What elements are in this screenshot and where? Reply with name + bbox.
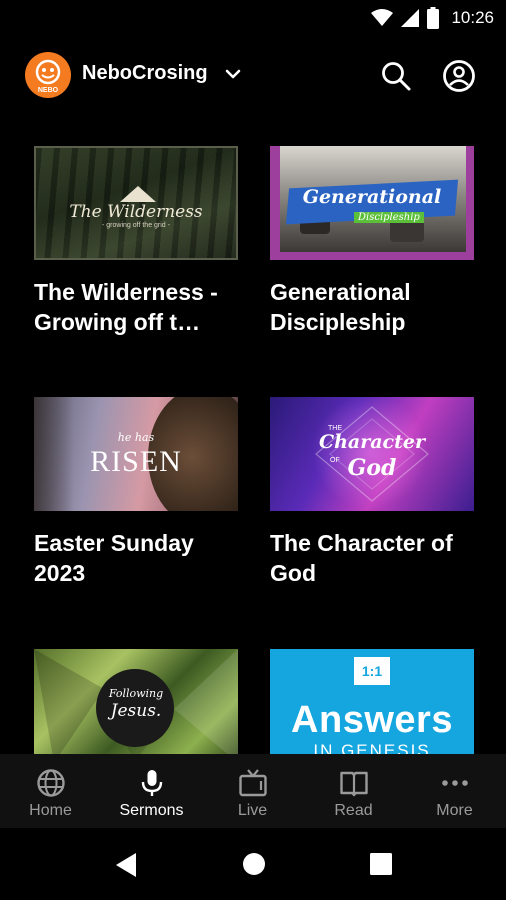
thumb-subtitle: - growing off the grid -: [102, 222, 170, 229]
sermon-thumbnail[interactable]: The Wilderness - growing off the grid -: [34, 146, 238, 260]
thumb-subtitle: God: [347, 455, 397, 481]
sermon-title[interactable]: Easter Sunday 2023: [34, 528, 238, 588]
sermon-title[interactable]: Generational Discipleship: [270, 277, 474, 337]
wifi-icon: [371, 9, 394, 26]
tent-icon: [120, 186, 156, 202]
church-logo-icon: NEBO: [35, 59, 61, 94]
app-header: NEBO NeboCrosing: [0, 48, 506, 102]
nav-label: Home: [29, 802, 72, 819]
sermon-thumbnail[interactable]: 1:1 Answers IN GENESIS: [270, 649, 474, 754]
church-name[interactable]: NeboCrosing: [82, 62, 208, 85]
sermon-thumbnail[interactable]: Following Jesus.: [34, 649, 238, 754]
nav-more[interactable]: More: [404, 754, 505, 828]
account-icon[interactable]: [442, 59, 476, 93]
book-icon: [339, 768, 369, 798]
nav-live[interactable]: Live: [202, 754, 303, 828]
thumb-title: Following: [108, 687, 164, 700]
more-icon: [440, 768, 470, 798]
signal-icon: [401, 9, 420, 27]
church-logo[interactable]: NEBO: [25, 52, 71, 98]
microphone-icon: [137, 768, 167, 798]
home-circle-icon[interactable]: [242, 852, 266, 876]
sermon-card[interactable]: Generational Discipleship Generational D…: [270, 146, 474, 337]
globe-icon: [36, 768, 66, 798]
status-icons: 10:26: [371, 6, 494, 30]
nav-label: Live: [237, 802, 268, 819]
sermon-card[interactable]: THE Character OF God The Character of Go…: [270, 397, 474, 588]
nav-sermons[interactable]: Sermons: [101, 754, 202, 828]
status-bar: 10:26: [0, 0, 506, 36]
thumb-badge: 1:1: [354, 657, 390, 685]
status-time: 10:26: [451, 8, 494, 27]
sermon-card[interactable]: Following Jesus.: [34, 649, 238, 754]
chevron-down-icon[interactable]: [224, 65, 242, 83]
sermon-card[interactable]: he has RISEN Easter Sunday 2023: [34, 397, 238, 588]
battery-icon: [427, 7, 440, 29]
recents-icon[interactable]: [370, 853, 392, 875]
thumb-title: RISEN: [90, 445, 182, 478]
thumb-subtitle: Discipleship: [354, 212, 424, 223]
geometric-icon: [315, 406, 429, 502]
tv-icon: [238, 768, 268, 798]
bottom-nav: Home Sermons Live Read More: [0, 754, 506, 828]
thumb-title: Answers: [291, 699, 453, 741]
nav-read[interactable]: Read: [303, 754, 404, 828]
sermon-thumbnail[interactable]: he has RISEN: [34, 397, 238, 511]
sermon-thumbnail[interactable]: Generational Discipleship: [270, 146, 474, 260]
system-nav-bar: [0, 828, 506, 900]
nav-label: Sermons: [119, 802, 184, 819]
back-icon[interactable]: [114, 852, 138, 878]
thumb-subtitle: IN GENESIS: [313, 741, 431, 754]
sermon-thumbnail[interactable]: THE Character OF God: [270, 397, 474, 511]
thumb-kicker: he has: [117, 431, 155, 444]
nav-label: More: [436, 802, 473, 819]
sermon-card[interactable]: The Wilderness - growing off the grid - …: [34, 146, 238, 337]
thumb-title: Character: [318, 431, 425, 453]
nav-label: Read: [334, 802, 373, 819]
thumb-subtitle: Jesus.: [110, 701, 162, 721]
sermon-card[interactable]: 1:1 Answers IN GENESIS: [270, 649, 474, 754]
thumb-title: Generational: [302, 186, 442, 208]
search-icon[interactable]: [380, 60, 412, 92]
thumb-title: The Wilderness: [69, 202, 203, 222]
sermon-title[interactable]: The Character of God: [270, 528, 474, 588]
church-logo-text: NEBO: [38, 87, 59, 94]
nav-home[interactable]: Home: [0, 754, 101, 828]
sermon-title[interactable]: The Wilderness - Growing off t…: [34, 277, 238, 337]
sermon-grid: The Wilderness - growing off the grid - …: [0, 146, 506, 754]
